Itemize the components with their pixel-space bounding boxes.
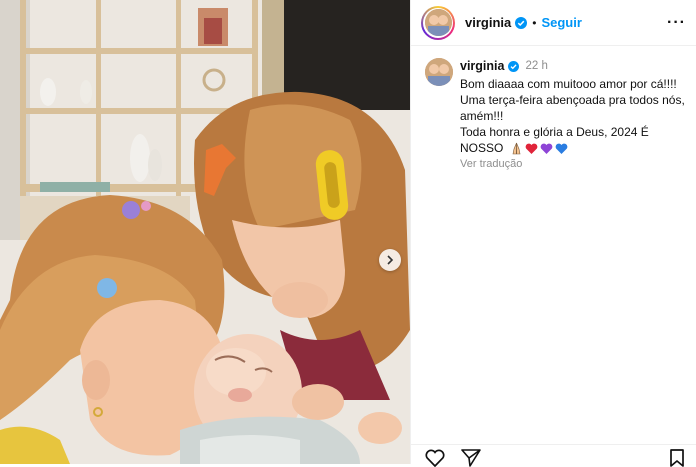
- follow-button[interactable]: Seguir: [541, 15, 581, 30]
- heart-outline-icon[interactable]: [425, 449, 445, 467]
- caption-line: amém!!!: [460, 109, 504, 123]
- emoji-group: [510, 142, 568, 155]
- caption: virginia 22 h Bom diaaaa com muitooo amo…: [411, 46, 696, 172]
- action-bar: [411, 444, 696, 467]
- caption-line-last: NOSSO: [460, 140, 685, 156]
- verified-badge-icon: [508, 60, 520, 72]
- verified-badge-icon: [515, 16, 528, 29]
- carousel-next-button[interactable]: [379, 249, 401, 271]
- paper-plane-icon[interactable]: [461, 449, 481, 467]
- caption-avatar[interactable]: [425, 58, 453, 86]
- caption-line: Uma terça-feira abençoada pra todos nós,: [460, 93, 685, 107]
- red-heart-icon: [525, 143, 538, 154]
- avatar: [424, 9, 452, 36]
- caption-line: Toda honra e glória a Deus, 2024 É: [460, 125, 649, 139]
- post-photo[interactable]: [0, 0, 410, 464]
- caption-line: Bom diaaaa com muitooo amor por cá!!!!: [460, 77, 677, 91]
- praying-hands-icon: [512, 143, 521, 155]
- separator-dot: •: [532, 15, 537, 30]
- more-options-icon[interactable]: ···: [667, 14, 686, 32]
- caption-text: Bom diaaaa com muitooo amor por cá!!!! U…: [460, 76, 685, 172]
- username[interactable]: virginia: [465, 15, 511, 30]
- caption-line: NOSSO: [460, 141, 504, 155]
- post-time: 22 h: [525, 60, 548, 72]
- photo-image: [0, 0, 410, 464]
- blue-heart-icon: [555, 143, 568, 154]
- post-header: virginia • Seguir ···: [411, 0, 696, 46]
- purple-heart-icon: [540, 143, 553, 154]
- bookmark-icon[interactable]: [669, 449, 685, 467]
- chevron-right-icon: [387, 255, 394, 265]
- see-translation-link[interactable]: Ver tradução: [460, 156, 685, 172]
- story-ring[interactable]: [421, 5, 455, 40]
- post-side-panel: virginia • Seguir ··· virginia 22 h Bom …: [410, 0, 696, 467]
- caption-username[interactable]: virginia: [460, 58, 504, 74]
